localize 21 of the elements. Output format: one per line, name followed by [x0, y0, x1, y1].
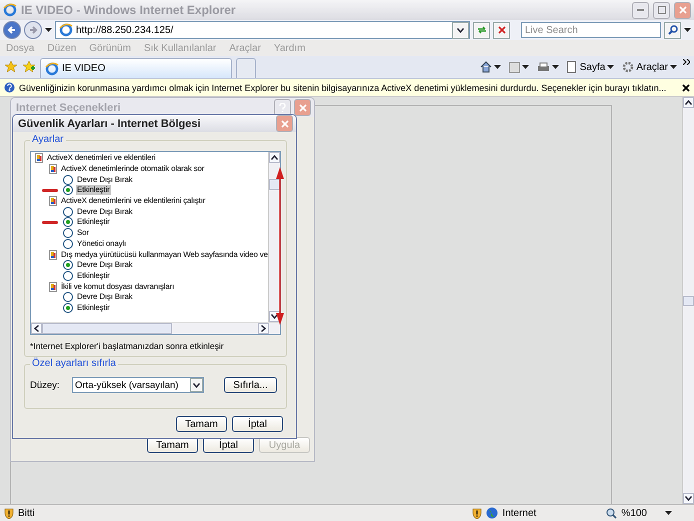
status-text: Bitti [18, 508, 35, 518]
dialog-title: Güvenlik Ayarları - Internet Bölgesi [18, 118, 202, 130]
group-title: Özel ayarları sıfırla [30, 358, 118, 369]
command-button[interactable]: Araçlar [620, 58, 679, 76]
group-title: Ayarlar [30, 134, 66, 145]
reset-button[interactable]: Sıfırla... [224, 377, 277, 393]
info-bar-message: Güvenliğinizin korunmasına yardımcı olmak için Internet Explorer bu sitenin bilgisayarınıza ActiveX denetimi yüklemesini durdurdu. Seçenekler için burayı tıklatın... [19, 82, 668, 92]
command-button[interactable]: Sayfa [564, 58, 616, 76]
address-field[interactable]: http://88.250.234.125/ [55, 21, 470, 39]
restart-note: *Internet Explorer'i başlatmanızdan sonra etkinleşir [30, 341, 225, 351]
dialog-button[interactable]: İptal [232, 416, 283, 432]
level-dropdown[interactable]: Orta-yüksek (varsayılan) [72, 377, 204, 393]
browser-tab[interactable]: IE VIDEO [40, 58, 232, 78]
zoom-level[interactable]: %100 [621, 508, 647, 518]
window-title: IE VIDEO - Windows Internet Explorer [21, 3, 237, 17]
search-field[interactable]: Live Search [521, 22, 661, 38]
dialog-button[interactable]: Tamam [176, 416, 227, 432]
info-bar[interactable]: Güvenliğinizin korunmasına yardımcı olmak için Internet Explorer bu sitenin bilgisayarınıza ActiveX denetimi yüklemesini durdurdu. Seçenekler için burayı tıklatın... [0, 79, 694, 97]
level-label: Düzey: [30, 380, 61, 390]
security-zone[interactable]: Internet [502, 508, 602, 518]
dialog-title: Internet Seçenekleri [16, 102, 122, 114]
